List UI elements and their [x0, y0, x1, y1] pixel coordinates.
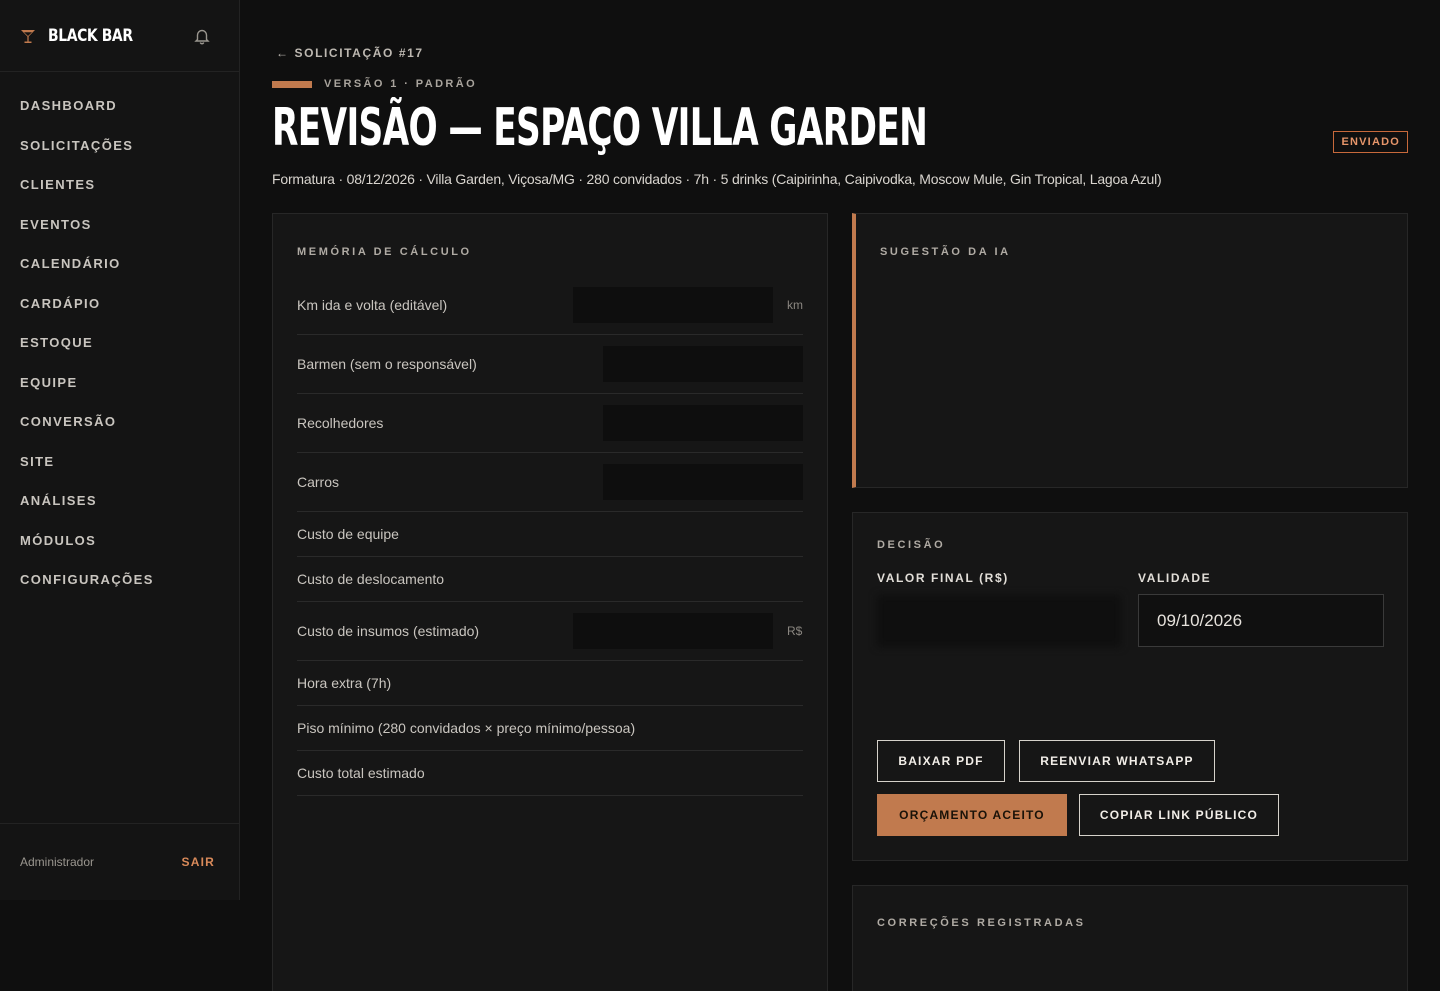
calc-panel: MEMÓRIA DE CÁLCULO Km ida e volta (editá…	[272, 213, 828, 991]
ai-suggestion-panel: SUGESTÃO DA IA	[852, 213, 1408, 488]
calc-label: Km ida e volta (editável)	[297, 297, 448, 313]
sidebar-item-cardapio[interactable]: CARDÁPIO	[0, 296, 239, 336]
recolhedores-input[interactable]	[603, 405, 803, 441]
page-title: REVISÃO — ESPAÇO VILLA GARDEN	[272, 98, 928, 158]
calc-row-piso-minimo: Piso mínimo (280 convidados × preço míni…	[297, 706, 803, 751]
logout-button[interactable]: SAIR	[182, 855, 215, 869]
sidebar-item-configuracoes[interactable]: CONFIGURAÇÕES	[0, 572, 239, 612]
version-label: VERSÃO 1 · PADRÃO	[324, 78, 478, 90]
user-role: Administrador	[20, 855, 95, 869]
copy-public-link-button[interactable]: COPIAR LINK PÚBLICO	[1079, 794, 1279, 836]
calc-label: Custo de deslocamento	[297, 571, 445, 587]
validity-date-input[interactable]: 09/10/2026	[1138, 594, 1384, 647]
corrections-panel: CORREÇÕES REGISTRADAS	[852, 885, 1408, 991]
version-row: VERSÃO 1 · PADRÃO	[272, 78, 477, 90]
event-summary: Formatura · 08/12/2026 · Villa Garden, V…	[272, 171, 1162, 187]
calc-label: Recolhedores	[297, 415, 384, 431]
main-content: ← SOLICITAÇÃO #17 VERSÃO 1 · PADRÃO REVI…	[272, 0, 1408, 991]
resend-whatsapp-button[interactable]: REENVIAR WHATSAPP	[1019, 740, 1215, 782]
calc-panel-title: MEMÓRIA DE CÁLCULO	[297, 246, 472, 258]
sidebar-item-calendario[interactable]: CALENDÁRIO	[0, 256, 239, 296]
sidebar-item-modulos[interactable]: MÓDULOS	[0, 533, 239, 573]
sidebar-item-estoque[interactable]: ESTOQUE	[0, 335, 239, 375]
notifications-bell-icon[interactable]	[193, 27, 211, 45]
download-pdf-button[interactable]: BAIXAR PDF	[877, 740, 1005, 782]
barmen-input[interactable]	[603, 346, 803, 382]
decision-panel: DECISÃO VALOR FINAL (R$) VALIDADE 09/10/…	[852, 512, 1408, 861]
calc-label: Custo de insumos (estimado)	[297, 623, 480, 639]
carros-input[interactable]	[603, 464, 803, 500]
unit-label: km	[787, 298, 803, 312]
calc-row-insumos: Custo de insumos (estimado) R$	[297, 602, 803, 661]
accent-bar	[272, 80, 312, 88]
sidebar-footer: Administrador SAIR	[0, 823, 240, 900]
back-link[interactable]: ← SOLICITAÇÃO #17	[276, 46, 424, 60]
calc-label: Piso mínimo (280 convidados × preço míni…	[297, 720, 636, 736]
calc-row-km: Km ida e volta (editável) km	[297, 276, 803, 335]
quote-accepted-button[interactable]: ORÇAMENTO ACEITO	[877, 794, 1067, 836]
calc-label: Custo de equipe	[297, 526, 399, 542]
final-value-input[interactable]	[877, 595, 1121, 647]
calc-row-custo-equipe: Custo de equipe	[297, 512, 803, 557]
calc-label: Hora extra (7h)	[297, 675, 392, 691]
cocktail-glass-icon	[20, 27, 38, 45]
calc-row-barmen: Barmen (sem o responsável)	[297, 335, 803, 394]
decision-panel-title: DECISÃO	[877, 539, 946, 551]
calc-row-custo-deslocamento: Custo de deslocamento	[297, 557, 803, 602]
status-badge: ENVIADO	[1333, 131, 1408, 153]
validity-label: VALIDADE	[1138, 571, 1212, 585]
insumos-input[interactable]	[573, 613, 773, 649]
calc-row-hora-extra: Hora extra (7h)	[297, 661, 803, 706]
sidebar-nav: DASHBOARD SOLICITAÇÕES CLIENTES EVENTOS …	[0, 72, 239, 612]
sidebar-item-site[interactable]: SITE	[0, 454, 239, 494]
calc-row-carros: Carros	[297, 453, 803, 512]
sidebar-item-eventos[interactable]: EVENTOS	[0, 217, 239, 257]
unit-label: R$	[787, 624, 803, 638]
calc-label: Barmen (sem o responsável)	[297, 356, 477, 372]
calc-label: Carros	[297, 474, 340, 490]
sidebar: BLACK BAR DASHBOARD SOLICITAÇÕES CLIENTE…	[0, 0, 240, 900]
sidebar-item-conversao[interactable]: CONVERSÃO	[0, 414, 239, 454]
sidebar-item-analises[interactable]: ANÁLISES	[0, 493, 239, 533]
calc-row-custo-total: Custo total estimado	[297, 751, 803, 796]
brand-name: BLACK BAR	[48, 25, 133, 46]
sidebar-item-dashboard[interactable]: DASHBOARD	[0, 98, 239, 138]
sidebar-item-equipe[interactable]: EQUIPE	[0, 375, 239, 415]
ai-panel-title: SUGESTÃO DA IA	[880, 246, 1011, 258]
corrections-panel-title: CORREÇÕES REGISTRADAS	[877, 917, 1086, 929]
km-input[interactable]	[573, 287, 773, 323]
sidebar-item-clientes[interactable]: CLIENTES	[0, 177, 239, 217]
sidebar-item-solicitacoes[interactable]: SOLICITAÇÕES	[0, 138, 239, 178]
calc-label: Custo total estimado	[297, 765, 425, 781]
final-value-label: VALOR FINAL (R$)	[877, 571, 1009, 585]
calc-row-recolhedores: Recolhedores	[297, 394, 803, 453]
